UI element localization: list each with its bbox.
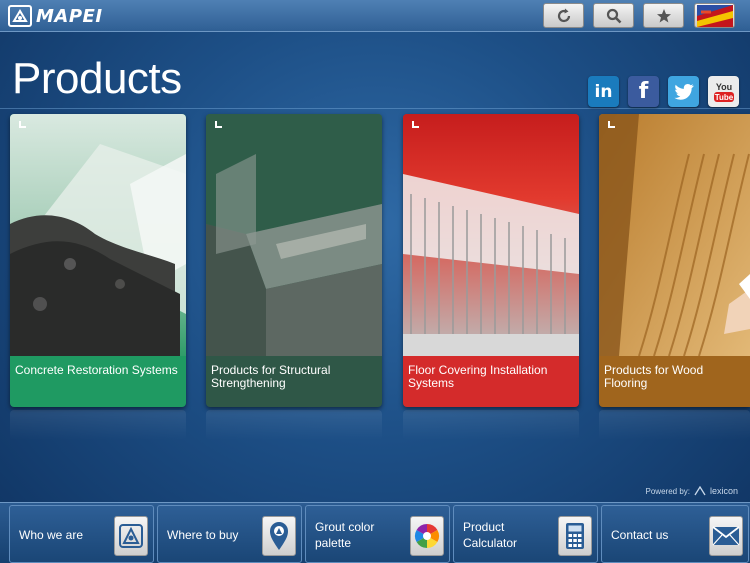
corner-mark — [608, 121, 615, 128]
powered-by-brand: lexicon — [709, 486, 738, 496]
search-button[interactable] — [593, 3, 634, 28]
mail-icon — [709, 516, 743, 556]
card-reflection — [206, 410, 382, 440]
refresh-button[interactable] — [543, 3, 584, 28]
nav-where-to-buy[interactable]: Where to buy — [157, 505, 302, 563]
top-bar: MAPEI — [0, 0, 750, 32]
lexicon-logo-icon — [694, 486, 706, 496]
product-label: Products for Wood Flooring — [604, 363, 704, 390]
linkedin-button[interactable]: in — [588, 76, 619, 107]
youtube-icon: You Tube — [713, 82, 734, 102]
product-card-structural-strengthening[interactable]: Products for Structural Strengthening — [206, 114, 382, 407]
language-flag-icon — [696, 4, 733, 27]
nav-product-calculator[interactable]: Product Calculator — [453, 505, 598, 563]
nav-label: Who we are — [19, 528, 84, 542]
nav-contact-us[interactable]: Contact us — [601, 505, 749, 563]
favorites-button[interactable] — [643, 3, 684, 28]
corner-mark — [19, 121, 26, 128]
card-reflection — [599, 410, 750, 440]
title-divider — [0, 108, 750, 109]
nav-label: Product Calculator — [463, 520, 518, 550]
floor-covering-image — [403, 114, 579, 356]
product-card-floor-covering[interactable]: Floor Covering Installation Systems — [403, 114, 579, 407]
map-pin-icon — [262, 516, 296, 556]
nav-grout-color-palette[interactable]: Grout color palette — [305, 505, 450, 563]
product-label: Products for Structural Strengthening — [211, 363, 331, 390]
facebook-button[interactable]: f — [628, 76, 659, 107]
twitter-icon — [674, 83, 694, 100]
brand-name: MAPEI — [36, 5, 103, 27]
nav-label: Grout color palette — [315, 520, 375, 550]
concrete-restoration-image — [10, 114, 186, 356]
nav-label: Contact us — [611, 528, 669, 542]
product-label: Floor Covering Installation Systems — [408, 363, 548, 390]
powered-by-label: Powered by: — [645, 486, 690, 496]
star-icon — [656, 8, 671, 22]
nav-who-we-are[interactable]: Who we are — [9, 505, 154, 563]
mapei-logo-icon — [114, 516, 148, 556]
product-card-wood-flooring[interactable]: Products for Wood Flooring — [599, 114, 750, 407]
product-label: Concrete Restoration Systems — [15, 363, 178, 377]
svg-text:You: You — [715, 82, 731, 92]
structural-strengthening-image — [206, 114, 382, 356]
facebook-icon: f — [638, 79, 649, 104]
card-reflection — [10, 410, 186, 440]
wood-flooring-image — [599, 114, 750, 356]
product-card-concrete-restoration[interactable]: Concrete Restoration Systems — [10, 114, 186, 407]
color-wheel-icon — [410, 516, 444, 556]
nav-label: Where to buy — [167, 528, 239, 542]
page-title: Products — [12, 54, 182, 103]
mapei-logo-icon — [8, 5, 32, 27]
linkedin-icon: in — [594, 81, 613, 102]
calculator-icon — [558, 516, 592, 556]
mapei-logo[interactable]: MAPEI — [8, 5, 103, 27]
search-icon — [606, 8, 621, 23]
youtube-button[interactable]: You Tube — [708, 76, 739, 107]
refresh-icon — [557, 8, 570, 22]
svg-text:Tube: Tube — [714, 93, 733, 102]
corner-mark — [412, 121, 419, 128]
card-reflection — [403, 410, 579, 440]
corner-mark — [215, 121, 222, 128]
language-button[interactable] — [694, 3, 735, 28]
powered-by: Powered by: lexicon — [646, 486, 738, 496]
twitter-button[interactable] — [668, 76, 699, 107]
